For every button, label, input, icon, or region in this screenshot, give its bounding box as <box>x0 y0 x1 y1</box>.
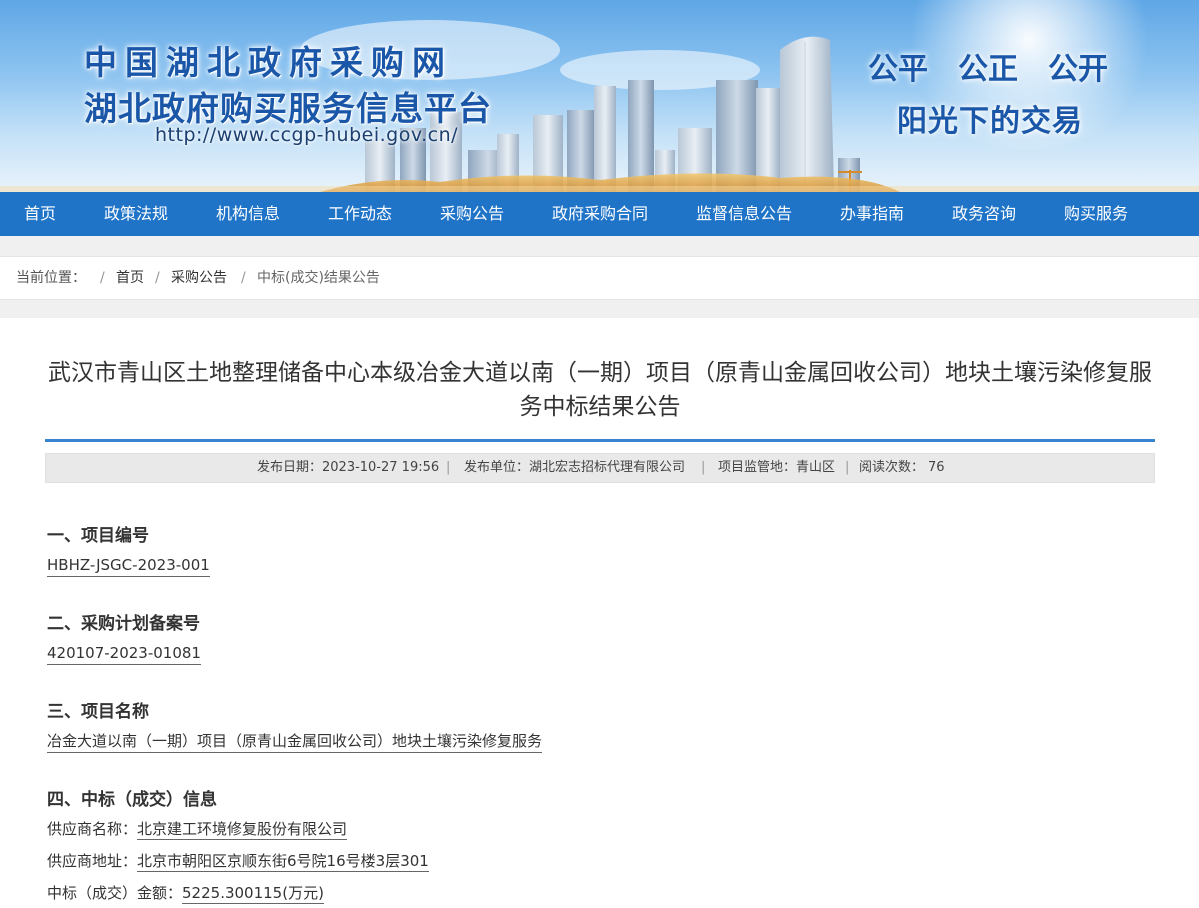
nav-item-purchase-services[interactable]: 购买服务 <box>1064 192 1128 236</box>
supplier-name-row: 供应商名称：北京建工环境修复股份有限公司 <box>47 819 348 840</box>
nav-item-contracts[interactable]: 政府采购合同 <box>552 192 648 236</box>
breadcrumb: 当前位置： / 首页 / 采购公告 / 中标(成交)结果公告 <box>0 256 1199 300</box>
nav-item-policies[interactable]: 政策法规 <box>104 192 168 236</box>
article-title: 武汉市青山区土地整理储备中心本级冶金大道以南（一期）项目（原青山金属回收公司）地… <box>48 360 1152 420</box>
supplier-name-label: 供应商名称： <box>47 820 138 838</box>
meta-separator: | <box>701 460 706 475</box>
slogan-fairness: 公平 公正 公开 <box>868 52 1108 87</box>
main-nav: 首页 政策法规 机构信息 工作动态 采购公告 政府采购合同 监督信息公告 办事指… <box>0 192 1199 236</box>
award-amount-label: 中标（成交）金额： <box>47 884 183 902</box>
breadcrumb-separator: / <box>241 270 246 286</box>
nav-item-guide[interactable]: 办事指南 <box>840 192 904 236</box>
nav-item-procurement-notices[interactable]: 采购公告 <box>440 192 504 236</box>
plan-record-number: 420107-2023-01081 <box>47 643 201 665</box>
project-name: 冶金大道以南（一期）项目（原青山金属回收公司）地块土壤污染修复服务 <box>47 731 543 753</box>
nav-item-home[interactable]: 首页 <box>24 192 56 236</box>
supplier-name: 北京建工环境修复股份有限公司 <box>137 820 348 840</box>
breadcrumb-notices-link[interactable]: 采购公告 <box>171 270 227 286</box>
publish-date: 2023-10-27 19:56 <box>322 460 440 475</box>
award-amount-row: 中标（成交）金额：5225.300115(万元) <box>47 883 324 904</box>
meta-separator: | <box>845 460 850 475</box>
award-amount: 5225.300115(万元) <box>182 884 324 904</box>
publisher: 湖北宏志招标代理有限公司 <box>529 460 686 475</box>
site-subtitle: 湖北政府购买服务信息平台 <box>84 89 492 128</box>
breadcrumb-prefix: 当前位置： <box>16 270 86 286</box>
breadcrumb-home-link[interactable]: 首页 <box>116 270 144 286</box>
region-label: 项目监管地： <box>718 460 797 475</box>
breadcrumb-current: 中标(成交)结果公告 <box>257 270 380 286</box>
publisher-label: 发布单位： <box>464 460 530 475</box>
project-number: HBHZ-JSGC-2023-001 <box>47 555 210 577</box>
slogan-transparency: 阳光下的交易 <box>897 104 1083 139</box>
section-heading-plan-number: 二、采购计划备案号 <box>47 614 200 634</box>
site-url: http://www.ccgp-hubei.gov.cn/ <box>155 124 459 146</box>
section-heading-project-name: 三、项目名称 <box>47 702 149 722</box>
supplier-address-label: 供应商地址： <box>47 852 138 870</box>
article-container: 武汉市青山区土地整理储备中心本级冶金大道以南（一期）项目（原青山金属回收公司）地… <box>0 318 1199 908</box>
site-title: 中国湖北政府采购网 <box>84 43 453 82</box>
section-heading-project-number: 一、项目编号 <box>47 526 149 546</box>
nav-item-supervision[interactable]: 监督信息公告 <box>696 192 792 236</box>
breadcrumb-separator: / <box>155 270 160 286</box>
title-divider <box>45 439 1155 442</box>
views-count: 76 <box>928 460 945 475</box>
header-banner: 中国湖北政府采购网 湖北政府购买服务信息平台 http://www.ccgp-h… <box>0 0 1199 192</box>
nav-item-consulting[interactable]: 政务咨询 <box>952 192 1016 236</box>
region: 青山区 <box>796 460 836 475</box>
article-meta-bar: 发布日期： 2023-10-27 19:56 | 发布单位： 湖北宏志招标代理有… <box>45 453 1155 483</box>
section-heading-award-info: 四、中标（成交）信息 <box>47 790 217 810</box>
supplier-address: 北京市朝阳区京顺东街6号院16号楼3层301 <box>137 852 429 872</box>
meta-separator: | <box>446 460 451 475</box>
nav-item-work-news[interactable]: 工作动态 <box>328 192 392 236</box>
supplier-address-row: 供应商地址：北京市朝阳区京顺东街6号院16号楼3层301 <box>47 851 429 872</box>
breadcrumb-separator: / <box>100 270 105 286</box>
views-label: 阅读次数： <box>859 460 925 475</box>
publish-date-label: 发布日期： <box>257 460 323 475</box>
nav-item-organizations[interactable]: 机构信息 <box>216 192 280 236</box>
